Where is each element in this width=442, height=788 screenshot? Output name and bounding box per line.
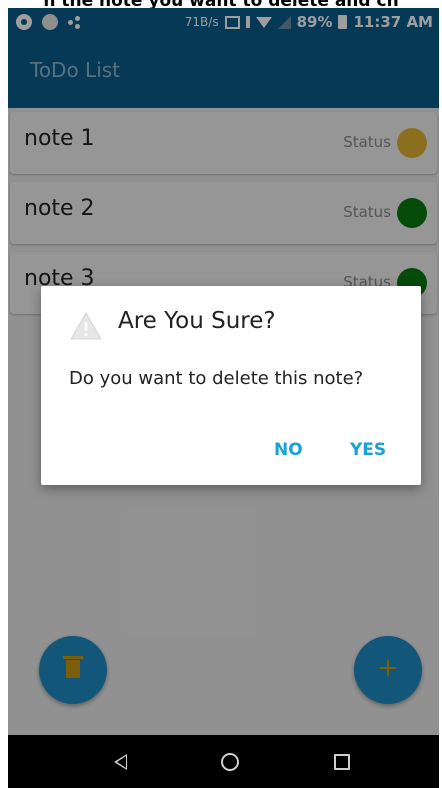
back-icon[interactable]	[114, 754, 127, 770]
system-nav-bar	[8, 735, 439, 788]
home-icon[interactable]	[221, 753, 239, 771]
yes-button[interactable]: YES	[350, 440, 386, 460]
dialog-message: Do you want to delete this note?	[69, 368, 364, 389]
dialog-title: Are You Sure?	[118, 308, 276, 334]
confirm-delete-dialog: Are You Sure? Do you want to delete this…	[41, 286, 421, 485]
warning-icon	[70, 311, 102, 340]
no-button[interactable]: NO	[274, 440, 303, 460]
phone-screen: 71B/s 89% 11:37 AM ToDo List note 1 Stat…	[8, 8, 439, 788]
recents-icon[interactable]	[334, 754, 350, 770]
